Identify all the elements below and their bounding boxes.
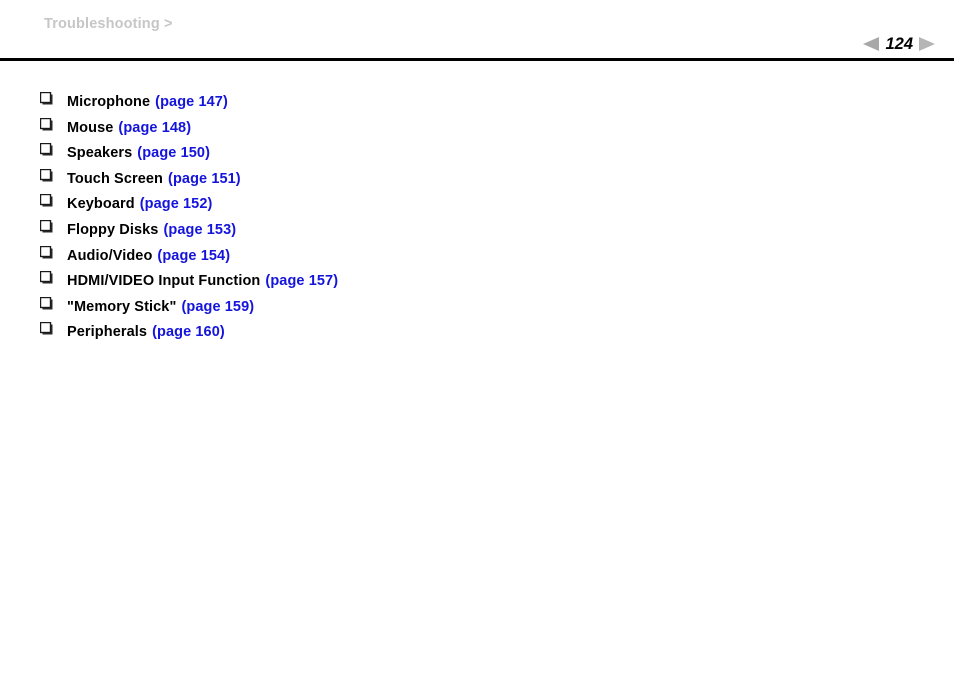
list-item-label: HDMI/VIDEO Input Function: [67, 273, 261, 290]
shadowed-square-bullet-icon: [40, 219, 67, 233]
list-item-label: Floppy Disks: [67, 221, 159, 238]
shadowed-square-bullet-icon: [40, 322, 67, 335]
page-reference-link[interactable]: (page 154): [152, 248, 230, 264]
shadowed-square-bullet-icon: [40, 245, 67, 259]
page-reference-link[interactable]: (page 150): [132, 145, 210, 161]
list-item[interactable]: HDMI/VIDEO Input Function (page 157): [0, 271, 954, 298]
list-item-label: Keyboard: [67, 196, 135, 213]
list-item[interactable]: Audio/Video (page 154): [0, 245, 954, 273]
breadcrumb: Troubleshooting >: [44, 16, 173, 32]
shadowed-square-bullet-icon: [40, 296, 67, 310]
list-item-label: Touch Screen: [67, 170, 164, 187]
shadowed-square-bullet-icon: [40, 194, 67, 207]
troubleshooting-link-list: Microphone (page 147) Mouse (page 148) Speak…: [0, 92, 954, 349]
page-number: 124: [885, 34, 913, 53]
list-item-label: Microphone: [67, 94, 151, 110]
shadowed-square-bullet-icon: [40, 92, 67, 105]
list-item-label: Speakers: [67, 145, 133, 162]
page-reference-link[interactable]: (page 159): [176, 299, 254, 315]
header-divider: [0, 58, 954, 61]
list-item[interactable]: Touch Screen (page 151): [0, 168, 954, 196]
list-item[interactable]: Keyboard (page 152): [0, 194, 954, 221]
shadowed-square-bullet-icon: [40, 143, 67, 156]
page-reference-link[interactable]: (page 153): [158, 222, 236, 238]
page-reference-link[interactable]: (page 160): [147, 324, 225, 340]
list-item[interactable]: Mouse (page 148): [0, 117, 954, 145]
list-item-label: Peripherals: [67, 324, 148, 341]
page-header: Troubleshooting > 124: [0, 0, 954, 62]
page-reference-link[interactable]: (page 148): [113, 120, 191, 136]
list-item[interactable]: Speakers (page 150): [0, 143, 954, 170]
page-navigation: 124: [863, 33, 935, 55]
triangle-left-icon[interactable]: [863, 37, 880, 51]
shadowed-square-bullet-icon: [40, 168, 67, 182]
list-item-label: Audio/Video: [67, 247, 153, 264]
page-reference-link[interactable]: (page 157): [260, 273, 338, 289]
triangle-right-icon[interactable]: [919, 37, 935, 51]
list-item[interactable]: "Memory Stick" (page 159): [0, 296, 954, 324]
page-reference-link[interactable]: (page 147): [150, 94, 228, 110]
list-item[interactable]: Microphone (page 147): [0, 92, 954, 119]
page-reference-link[interactable]: (page 151): [163, 171, 241, 187]
shadowed-square-bullet-icon: [40, 117, 67, 131]
list-item[interactable]: Floppy Disks (page 153): [0, 219, 954, 247]
list-item-label: "Memory Stick": [67, 298, 177, 315]
list-item[interactable]: Peripherals (page 160): [0, 322, 954, 349]
list-item-label: Mouse: [67, 119, 114, 136]
page-reference-link[interactable]: (page 152): [135, 196, 213, 212]
shadowed-square-bullet-icon: [40, 271, 67, 284]
